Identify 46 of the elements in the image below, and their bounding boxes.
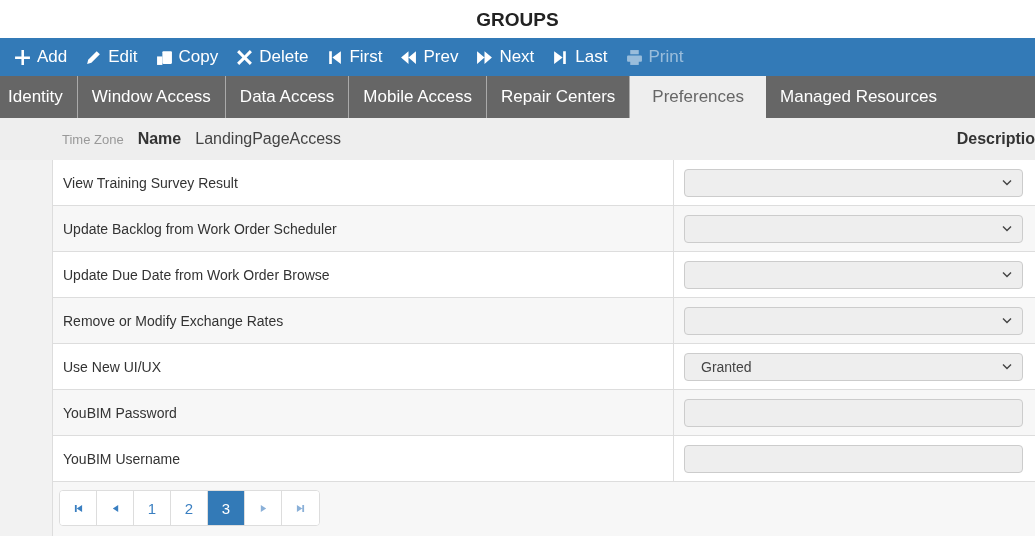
pencil-icon [85, 48, 103, 66]
dropdown[interactable] [684, 168, 1023, 197]
times-icon [236, 48, 254, 66]
next-page-icon [258, 503, 268, 513]
chevron-down-icon [1002, 271, 1012, 278]
plus-icon [14, 48, 31, 66]
chevron-down-icon [1002, 317, 1012, 324]
input-field[interactable] [684, 444, 1023, 473]
prev-page-icon [110, 503, 120, 513]
dropdown[interactable] [684, 214, 1023, 243]
dropdown[interactable] [684, 260, 1023, 289]
last-page-icon [296, 503, 305, 513]
input-field[interactable] [684, 398, 1023, 427]
chevron-down-icon [1002, 179, 1012, 186]
field-label: Descriptio [956, 130, 1035, 148]
prev-icon [400, 48, 418, 66]
field-value: LandingPageAccess [195, 130, 342, 148]
table-cell: Remove or Modify Exchange Rates [53, 298, 674, 343]
tab[interactable]: Preferences [630, 76, 767, 118]
field-label: Name [137, 130, 182, 148]
toolbar-button[interactable]: Prev [394, 38, 471, 76]
dropdown[interactable] [684, 306, 1023, 335]
toolbar-button[interactable]: Add [8, 38, 80, 76]
chevron-down-icon [1002, 363, 1012, 370]
pager-button[interactable] [60, 491, 97, 525]
toolbar-button[interactable]: Last [546, 38, 620, 76]
toolbar-button[interactable]: Edit [79, 38, 150, 76]
table-cell: Update Backlog from Work Order Scheduler [53, 206, 674, 251]
first-icon [326, 48, 344, 66]
chevron-down-icon [1002, 225, 1012, 232]
table-cell: View Training Survey Result [53, 160, 674, 205]
table-cell: YouBIM Username [53, 436, 674, 481]
page-title: GROUPS [475, 8, 560, 32]
toolbar-button[interactable]: Copy [149, 38, 231, 76]
first-page-icon [73, 503, 83, 513]
toolbar-button[interactable]: Next [470, 38, 547, 76]
table-cell: YouBIM Password [53, 390, 674, 435]
table-cell: Update Due Date from Work Order Browse [53, 252, 674, 297]
field-label: Time Zone [62, 131, 124, 147]
dropdown[interactable]: Granted [684, 352, 1023, 381]
print-icon [625, 48, 643, 66]
toolbar-button[interactable]: Delete [230, 38, 321, 76]
table-cell: Use New UI/UX [53, 344, 674, 389]
copy-icon [155, 48, 173, 66]
toolbar-button[interactable]: First [320, 38, 395, 76]
pager-button[interactable]: 3 [208, 491, 245, 525]
